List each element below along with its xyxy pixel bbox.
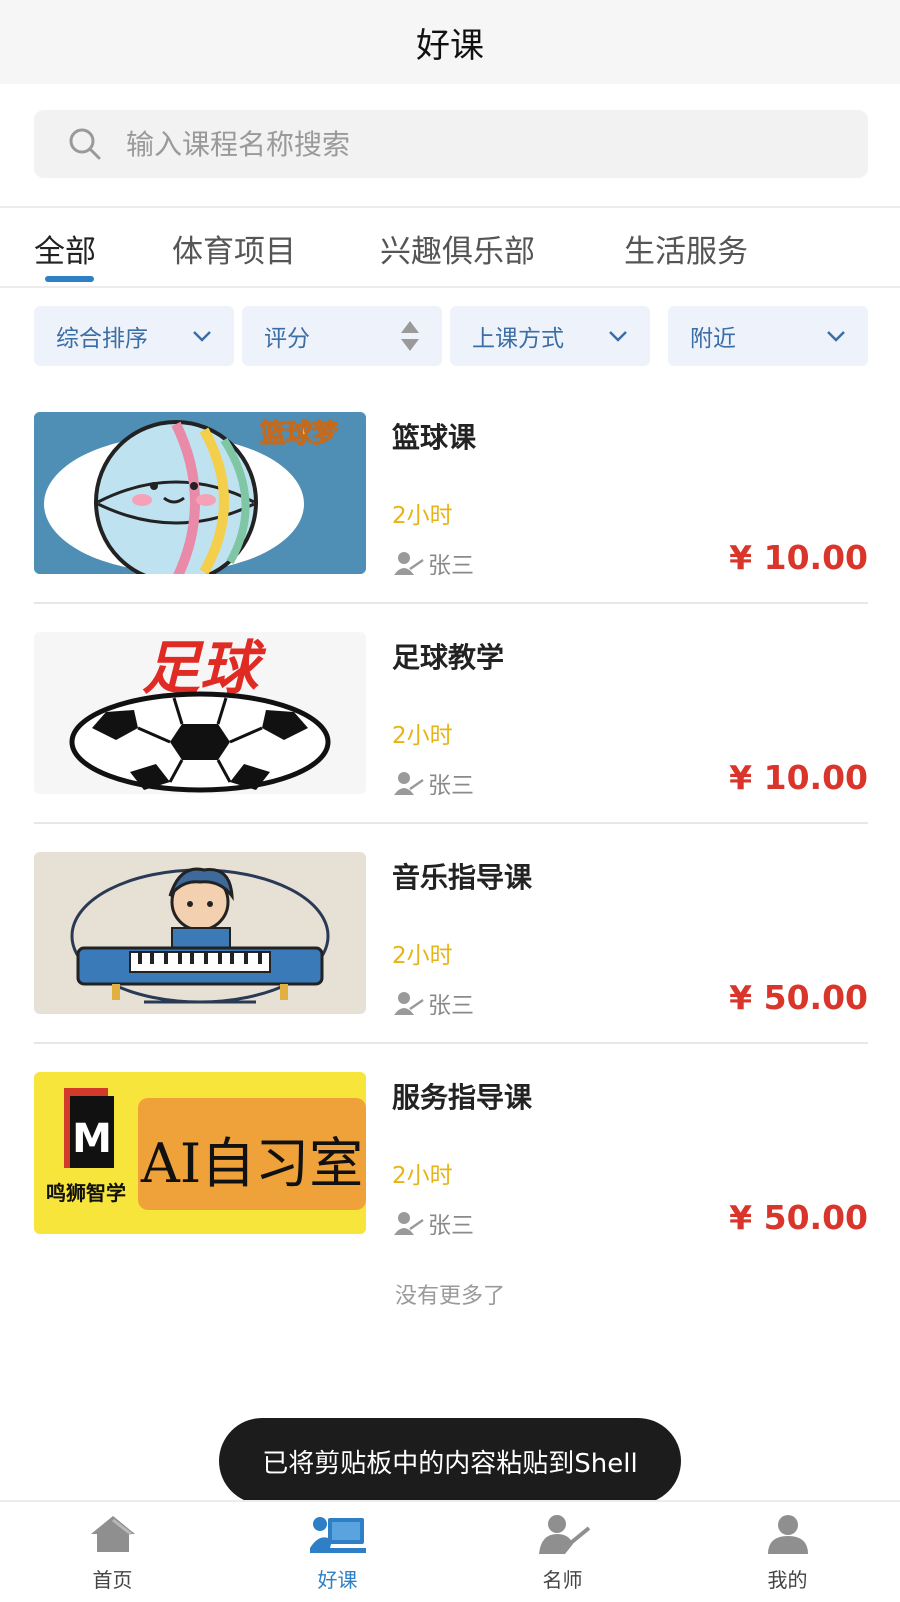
search-input[interactable] xyxy=(124,126,788,162)
course-thumbnail: 篮球梦 xyxy=(34,412,366,574)
teacher-name: 张三 xyxy=(428,553,474,579)
tab-sports[interactable]: 体育项目 xyxy=(172,226,296,271)
active-tab-indicator xyxy=(45,276,94,282)
course-price: ¥ 10.00 xyxy=(729,758,868,797)
course-duration: 2小时 xyxy=(392,1163,453,1189)
chevron-down-icon xyxy=(826,306,846,366)
course-thumbnail: 足球 xyxy=(34,632,366,794)
filter-nearby-label: 附近 xyxy=(690,326,736,352)
course-card[interactable]: 足球 足球教学 2小时 张三 ¥ 10.00 xyxy=(34,632,868,852)
search-section xyxy=(0,84,900,208)
page-title: 好课 xyxy=(416,25,484,66)
chevron-down-icon xyxy=(192,306,212,366)
tabbar-item-teachers[interactable]: 名师 xyxy=(450,1502,675,1602)
course-price: ¥ 50.00 xyxy=(729,1198,868,1237)
teacher-icon xyxy=(394,552,424,575)
thumb-text: 篮球梦 xyxy=(259,418,339,449)
course-thumbnail xyxy=(34,852,366,1014)
toast-text: 已将剪贴板中的内容粘贴到Shell xyxy=(262,1448,638,1479)
course-card[interactable]: 篮球梦 篮球课 2小时 张三 ¥ 10.00 xyxy=(34,412,868,632)
teacher-icon xyxy=(394,992,424,1015)
teacher-icon xyxy=(538,1515,590,1554)
bottom-tab-bar: 首页 好课 名师 我的 xyxy=(0,1500,900,1602)
tabbar-item-courses[interactable]: 好课 xyxy=(225,1502,450,1602)
course-icon xyxy=(309,1517,366,1553)
course-duration: 2小时 xyxy=(392,723,453,749)
tab-life-service[interactable]: 生活服务 xyxy=(624,226,748,271)
profile-icon xyxy=(767,1515,808,1554)
filter-class-mode[interactable]: 上课方式 xyxy=(450,306,650,366)
course-teacher: 张三 xyxy=(394,1206,474,1240)
filter-sort-label: 综合排序 xyxy=(56,326,148,352)
filter-class-mode-label: 上课方式 xyxy=(472,326,564,352)
filter-bar: 综合排序 评分 上课方式 附近 xyxy=(0,306,900,366)
thumb-text: AI自习室 xyxy=(140,1132,363,1195)
tab-interest-club[interactable]: 兴趣俱乐部 xyxy=(380,226,535,271)
filter-rating-label: 评分 xyxy=(264,326,310,352)
divider xyxy=(34,822,868,824)
teacher-name: 张三 xyxy=(428,773,474,799)
teacher-name: 张三 xyxy=(428,1213,474,1239)
course-name: 音乐指导课 xyxy=(392,861,533,894)
course-price: ¥ 50.00 xyxy=(729,978,868,1017)
thumb-brand: 鸣狮智学 xyxy=(46,1181,126,1205)
chevron-down-icon xyxy=(608,306,628,366)
course-card[interactable]: M 鸣狮智学 AI自习室 服务指导课 2小时 张三 ¥ 50.00 xyxy=(34,1072,868,1292)
category-tabs: 全部 体育项目 兴趣俱乐部 生活服务 xyxy=(0,208,900,288)
course-teacher: 张三 xyxy=(394,546,474,580)
tabbar-item-profile[interactable]: 我的 xyxy=(675,1502,900,1602)
tabbar-label: 首页 xyxy=(92,1568,133,1592)
divider xyxy=(34,1042,868,1044)
sort-icon xyxy=(400,306,420,366)
header-bar: 好课 xyxy=(0,0,900,84)
search-icon xyxy=(69,128,101,160)
tabbar-item-home[interactable]: 首页 xyxy=(0,1502,225,1602)
tabbar-label: 我的 xyxy=(767,1568,808,1592)
filter-sort[interactable]: 综合排序 xyxy=(34,306,234,366)
filter-rating[interactable]: 评分 xyxy=(242,306,442,366)
teacher-icon xyxy=(394,772,424,795)
course-name: 篮球课 xyxy=(392,421,477,454)
tabbar-label: 名师 xyxy=(542,1568,583,1592)
course-card[interactable]: 音乐指导课 2小时 张三 ¥ 50.00 xyxy=(34,852,868,1072)
course-teacher: 张三 xyxy=(394,986,474,1020)
tabbar-label: 好课 xyxy=(317,1568,358,1592)
course-thumbnail: M 鸣狮智学 AI自习室 xyxy=(34,1072,366,1234)
divider xyxy=(34,602,868,604)
toast-message: 已将剪贴板中的内容粘贴到Shell xyxy=(219,1418,681,1504)
course-duration: 2小时 xyxy=(392,943,453,969)
course-teacher: 张三 xyxy=(394,766,474,800)
list-end-text: 没有更多了 xyxy=(394,1284,505,1309)
teacher-icon xyxy=(394,1212,424,1235)
tab-all[interactable]: 全部 xyxy=(34,226,96,271)
search-box[interactable] xyxy=(34,110,868,178)
course-name: 服务指导课 xyxy=(392,1081,533,1114)
filter-nearby[interactable]: 附近 xyxy=(668,306,868,366)
course-name: 足球教学 xyxy=(392,641,505,674)
teacher-name: 张三 xyxy=(428,993,474,1019)
course-duration: 2小时 xyxy=(392,503,453,529)
thumb-logo: M xyxy=(72,1116,112,1162)
course-price: ¥ 10.00 xyxy=(729,538,868,577)
home-icon xyxy=(90,1516,135,1552)
